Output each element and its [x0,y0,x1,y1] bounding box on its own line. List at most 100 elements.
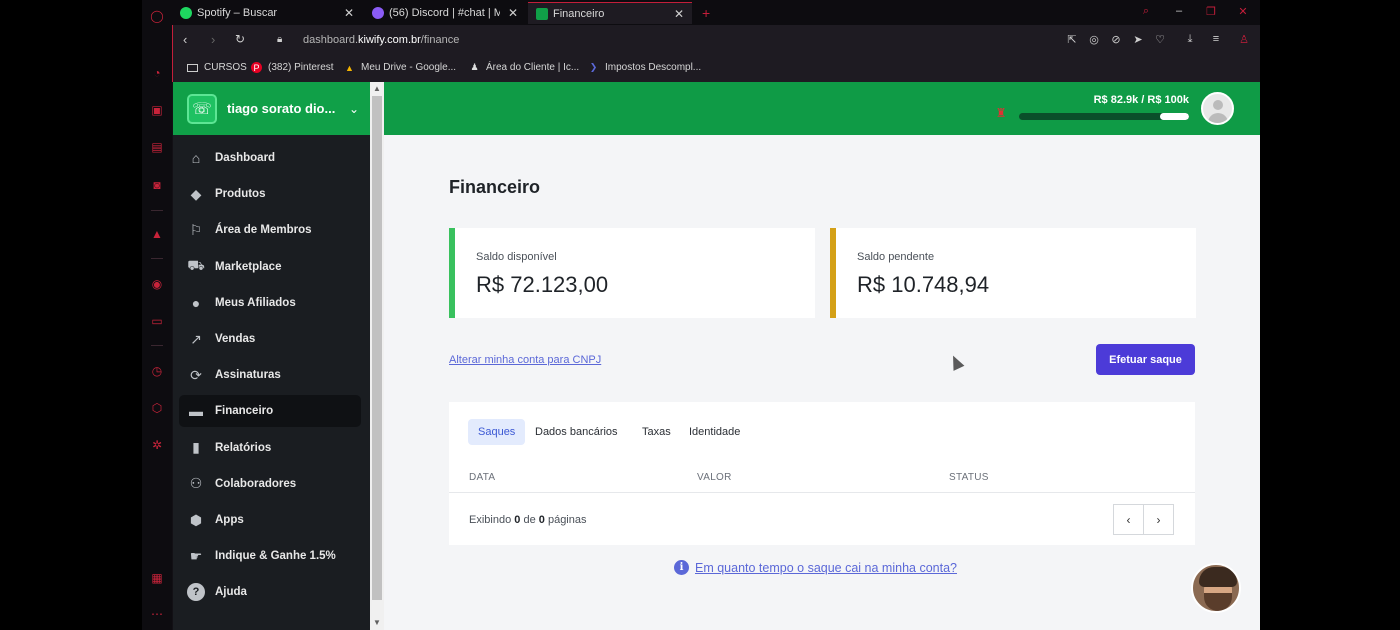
close-window-icon[interactable]: ✕ [1236,5,1250,19]
revenue-goal-progress [1019,113,1189,120]
camera-icon[interactable]: ◎ [1087,33,1101,47]
adblock-icon[interactable]: ⊘ [1109,33,1123,47]
trend-up-icon: ↗ [190,330,202,347]
tab-strip: Spotify – Buscar ✕ (56) Discord | #chat … [172,0,1260,25]
reload-icon[interactable]: ↻ [235,32,245,46]
send-icon[interactable]: ➤ [1131,33,1145,47]
bookmark-pinterest[interactable]: P (382) Pinterest [251,62,334,73]
sidebar-item-label: Relatórios [215,441,272,454]
spotify-icon [180,7,192,19]
restore-icon[interactable]: ❐ [1204,5,1218,19]
scroll-thumb[interactable] [372,96,382,600]
bookmark-area-cliente[interactable]: ♟ Área do Cliente | Ic... [469,62,579,73]
twitch-icon[interactable]: ▤ [149,139,165,155]
sidebar-item-dashboard[interactable]: ⌂ Dashboard [179,142,361,174]
pagination-summary: Exibindo 0 de 0 páginas [469,514,587,526]
opera-logo-icon[interactable]: ◯ [149,8,165,24]
settings-icon[interactable]: ✲ [149,437,165,453]
easy-setup-icon[interactable]: ≡ [1209,33,1223,47]
withdraw-time-link[interactable]: Em quanto tempo o saque cai na minha con… [695,561,957,575]
column-header-data: DATA [469,472,496,483]
url-field[interactable]: dashboard.kiwify.com.br/finance [303,34,459,46]
pinterest-icon: P [251,62,262,73]
change-to-cnpj-link[interactable]: Alterar minha conta para CNPJ [449,354,601,366]
withdraw-time-help[interactable]: i Em quanto tempo o saque cai na minha c… [674,560,957,575]
tab-financeiro[interactable]: Financeiro ✕ [528,2,692,24]
search-tabs-icon[interactable]: ⌕ [1139,5,1153,19]
tab-dados-bancarios[interactable]: Dados bancários [525,419,628,445]
next-page-button[interactable]: › [1143,504,1174,535]
previous-page-button[interactable]: ‹ [1113,504,1144,535]
heart-icon[interactable]: ♡ [1153,33,1167,47]
available-balance-value: R$ 72.123,00 [476,272,609,297]
close-icon[interactable]: ✕ [344,6,354,20]
speed-dial-icon[interactable]: ◔ [149,65,165,81]
support-chat-avatar[interactable] [1191,563,1241,613]
sidebar-item-assinaturas[interactable]: ⟳ Assinaturas [179,359,361,391]
sidebar-item-colaboradores[interactable]: ⚇ Colaboradores [179,468,361,500]
scroll-down-icon[interactable]: ▼ [372,618,382,627]
pinboard-icon[interactable]: ▦ [149,570,165,586]
sidebar-item-label: Meus Afiliados [215,296,296,309]
sidebar-item-indique-ganhe-1-5[interactable]: ☛ Indique & Ganhe 1.5% [179,540,361,572]
sidebar-separator [151,345,163,346]
player-icon[interactable]: ◉ [149,276,165,292]
tab-discord[interactable]: (56) Discord | #chat | Mang ✕ [364,2,526,24]
more-icon[interactable]: ⋯ [149,606,165,622]
column-header-status: STATUS [949,472,989,483]
sidebar-item-produtos[interactable]: ◆ Produtos [179,178,361,210]
folder-icon [187,63,198,72]
sidebar-item-label: Dashboard [215,152,276,164]
browser-window: ◯ ◔ ▣ ▤ ◙ ▲ ◉ ▭ ◷ ⬡ ✲ ▦ ⋯ Spotify – Busc… [142,0,1260,630]
wallet-icon[interactable]: ▭ [149,313,165,329]
sidebar-item-marketplace[interactable]: ⛟ Marketplace [179,251,361,283]
bookmark-cursos[interactable]: CURSOS [187,62,247,73]
column-header-valor: VALOR [697,472,732,483]
sidebar-item-label: Assinaturas [215,369,281,382]
tab-identidade[interactable]: Identidade [679,419,750,445]
instagram-icon[interactable]: ◙ [149,177,165,193]
share-icon[interactable]: ⇱ [1065,33,1079,47]
sidebar-item-meus-afiliados[interactable]: ● Meus Afiliados [179,287,361,319]
withdraw-button[interactable]: Efetuar saque [1096,344,1195,375]
opera-sidebar: ◯ ◔ ▣ ▤ ◙ ▲ ◉ ▭ ◷ ⬡ ✲ ▦ ⋯ [142,0,172,630]
sidebar-item-financeiro[interactable]: ▬ Financeiro [179,395,361,428]
account-switcher[interactable]: ☏ tiago sorato dio... ⌄ [173,82,370,135]
sidebar-scrollbar[interactable]: ▲ ▼ [370,82,384,630]
tab-saques[interactable]: Saques [468,419,526,445]
pending-balance-card: Saldo pendente R$ 10.748,94 [830,228,1196,318]
profile-icon[interactable]: ♙ [1237,33,1251,47]
mouse-cursor [947,353,965,371]
sidebar-item--rea-de-membros[interactable]: ⚐ Área de Membros [179,214,361,246]
kiwify-logo-icon: ☏ [187,93,217,124]
users-icon: ⚇ [189,475,203,492]
tag-icon: ◆ [190,185,202,202]
bookmark-google-drive[interactable]: ▲ Meu Drive - Google... [344,62,456,73]
close-icon[interactable]: ✕ [674,7,684,21]
pending-balance-value: R$ 10.748,94 [857,272,990,297]
user-avatar[interactable] [1201,92,1234,125]
forward-icon[interactable]: › [211,32,215,47]
aria-icon[interactable]: ▲ [149,226,165,242]
bookmark-impostos[interactable]: ❯ Impostos Descompl... [588,62,701,73]
sidebar-item-vendas[interactable]: ↗ Vendas [179,323,361,355]
minimize-icon[interactable]: – [1172,5,1186,19]
sidebar-item-relat-rios[interactable]: ▮ Relatórios [179,432,361,464]
download-icon[interactable]: ⤓ [1183,33,1197,47]
close-icon[interactable]: ✕ [508,6,518,20]
new-tab-button[interactable]: + [694,2,718,24]
extensions-icon[interactable]: ⬡ [149,400,165,416]
sidebar-item-label: Apps [215,514,244,526]
history-icon[interactable]: ◷ [149,363,165,379]
sidebar-item-ajuda[interactable]: ? Ajuda [179,576,361,608]
back-icon[interactable]: ‹ [183,32,187,47]
progress-fill [1159,113,1189,120]
tab-spotify[interactable]: Spotify – Buscar ✕ [172,2,362,24]
available-balance-label: Saldo disponível [476,251,557,263]
shopping-bag-icon[interactable]: ▣ [149,102,165,118]
sidebar-item-apps[interactable]: ⬢ Apps [179,504,361,536]
tab-taxas[interactable]: Taxas [632,419,681,445]
app-sidebar: ☏ tiago sorato dio... ⌄ ⌂ Dashboard ◆ Produ… [173,82,370,630]
bar-chart-icon: ▮ [192,439,200,456]
scroll-up-icon[interactable]: ▲ [372,84,382,93]
